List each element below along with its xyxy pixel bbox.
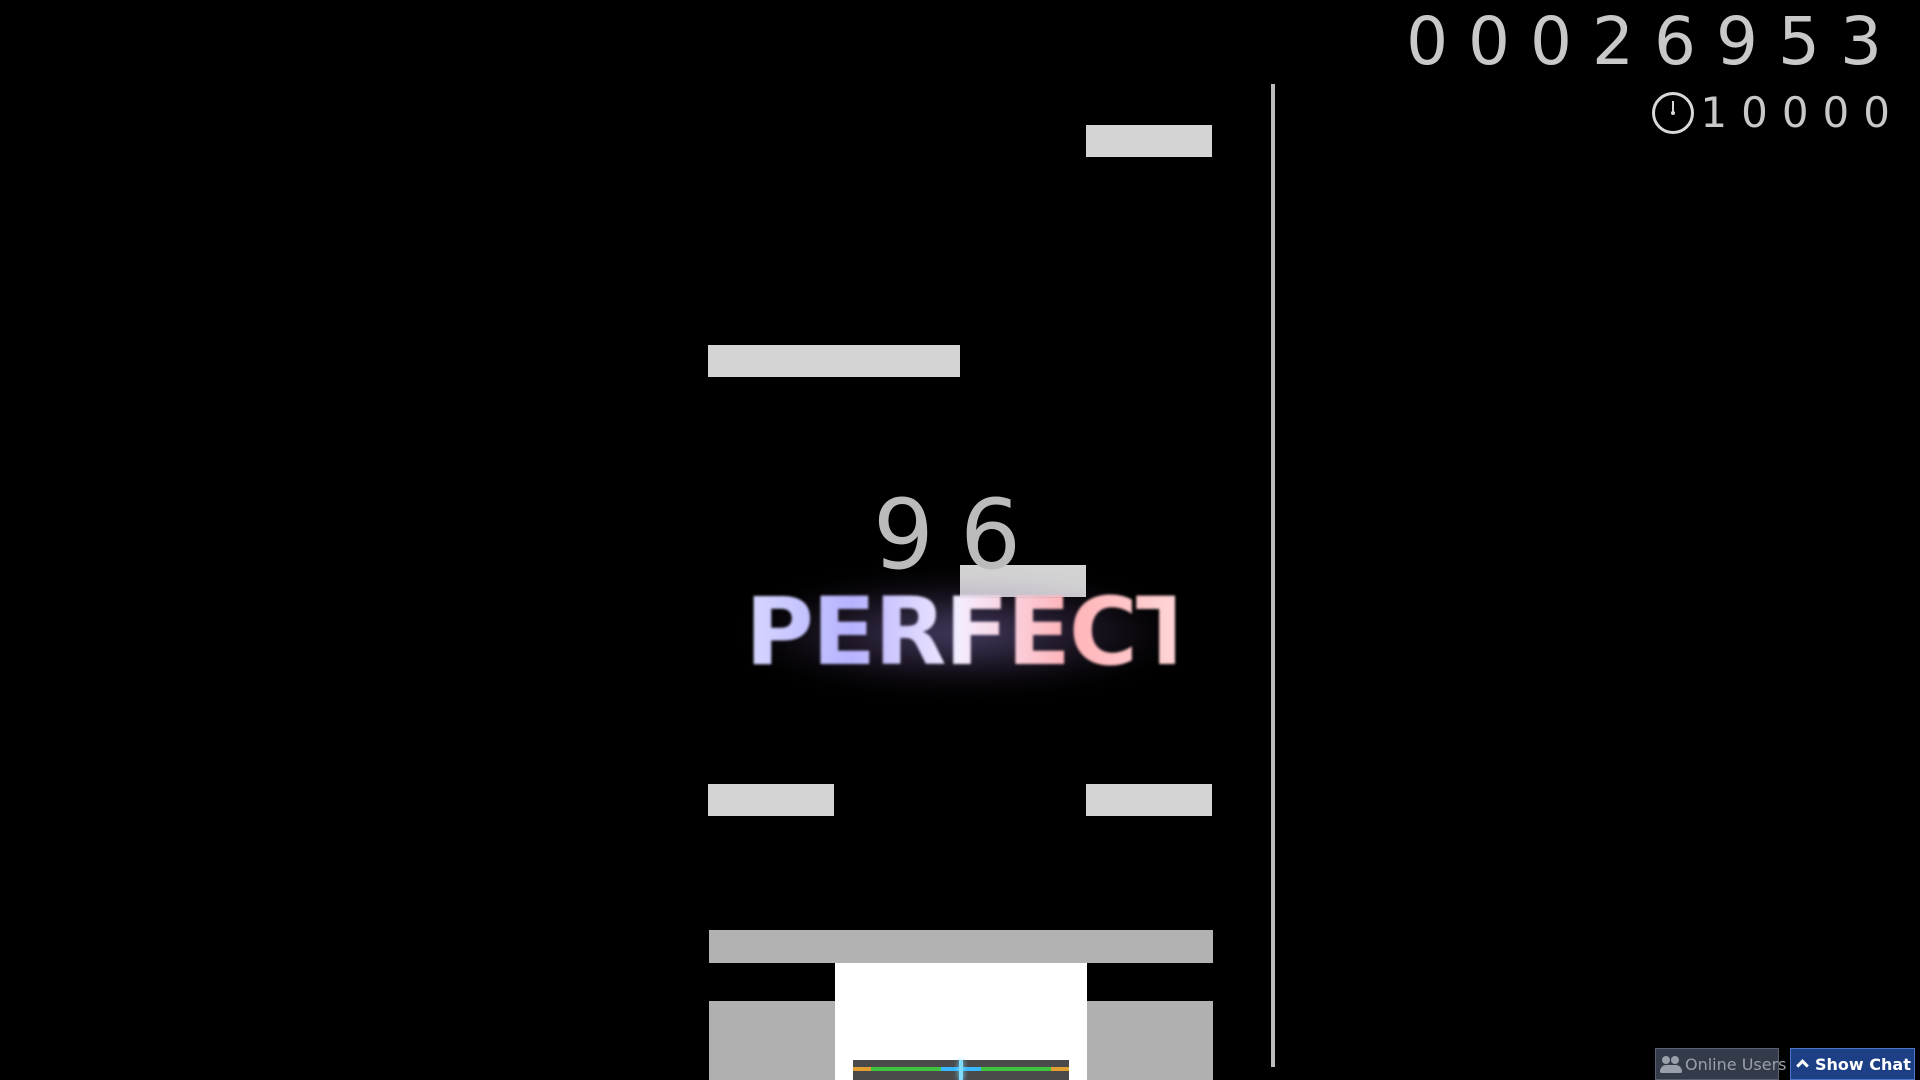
users-icon — [1660, 1055, 1682, 1073]
hit-window-good-left — [871, 1067, 941, 1071]
hit-window-perfect-left — [941, 1067, 961, 1071]
hit-window-good-right — [981, 1067, 1051, 1071]
hit-window-perfect-right — [961, 1067, 981, 1071]
score-counter: 00026953 — [1406, 3, 1902, 80]
judgement-text: PERFECT — [745, 578, 1200, 687]
combo-counter: 96 — [872, 479, 1048, 591]
song-progress-bar — [1271, 84, 1275, 1067]
key-lane-4[interactable] — [1087, 1001, 1213, 1080]
show-chat-label: Show Chat — [1815, 1054, 1911, 1074]
game-screen: 00026953 10000 96 PERFECT Online Users S… — [0, 0, 1920, 1080]
chevron-up-icon — [1797, 1058, 1809, 1070]
show-chat-button[interactable]: Show Chat — [1790, 1048, 1915, 1080]
note-lane-4 — [1086, 784, 1212, 816]
hit-error-center-tick — [959, 1060, 963, 1080]
clock-icon — [1652, 92, 1695, 134]
hit-error-meter — [853, 1060, 1069, 1080]
note-lane-4 — [1086, 125, 1212, 157]
online-users-button[interactable]: Online Users — [1655, 1048, 1787, 1080]
hit-window-ok-right — [1051, 1067, 1069, 1071]
hit-window-ok-left — [853, 1067, 871, 1071]
accuracy-value: 10000 — [1700, 88, 1904, 137]
note-lane-1 — [708, 784, 834, 816]
accuracy-display: 10000 — [1652, 88, 1904, 138]
note-lane-1-2 — [708, 345, 960, 377]
online-users-label: Online Users — [1685, 1054, 1787, 1074]
receptor-line — [709, 930, 1213, 963]
key-lane-1[interactable] — [709, 1001, 835, 1080]
